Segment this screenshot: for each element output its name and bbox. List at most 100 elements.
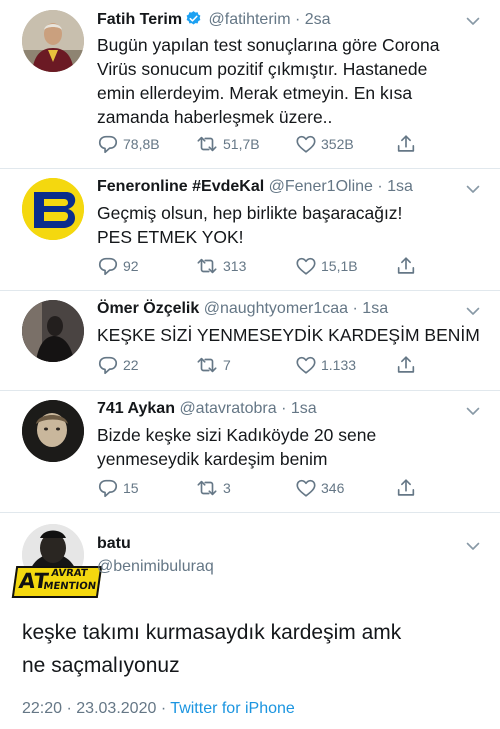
retweet-button[interactable]: 313 bbox=[195, 253, 246, 279]
dot-separator: · bbox=[160, 700, 167, 717]
tweet-text-line: keşke takımı kurmasaydık kardeşim amk bbox=[22, 621, 402, 644]
like-button[interactable]: 15,1B bbox=[295, 253, 358, 279]
tweet-date[interactable]: 23.03.2020 bbox=[76, 700, 156, 717]
reply-icon bbox=[97, 354, 119, 376]
like-icon bbox=[295, 255, 317, 277]
verified-badge-icon bbox=[185, 10, 202, 32]
divider bbox=[0, 512, 500, 513]
like-count: 1.133 bbox=[321, 357, 357, 373]
tweet-header: 741 Aykan @atavratobra · 1sa bbox=[97, 400, 317, 418]
avatar[interactable] bbox=[22, 178, 84, 240]
share-button[interactable] bbox=[395, 475, 421, 501]
like-button[interactable]: 346 bbox=[295, 475, 344, 501]
tweet-text-line: Bugün yapılan test sonuçlarına göre Coro… bbox=[97, 35, 440, 55]
author-handle[interactable]: @Fener1Oline bbox=[269, 178, 373, 195]
author-name[interactable]: Feneronline #EvdeKal bbox=[97, 178, 264, 195]
like-icon bbox=[295, 477, 317, 499]
retweet-count: 3 bbox=[223, 480, 231, 496]
divider bbox=[0, 168, 500, 169]
tweet-text-line: PES ETMEK YOK! bbox=[97, 227, 244, 247]
author-name[interactable]: Fatih Terim bbox=[97, 11, 182, 28]
at-mention-badge: AT AVRAT MENTION bbox=[11, 566, 103, 598]
author-name[interactable]: Ömer Özçelik bbox=[97, 300, 199, 317]
author-handle[interactable]: @atavratobra bbox=[179, 400, 276, 417]
retweet-icon bbox=[195, 255, 219, 277]
divider bbox=[0, 390, 500, 391]
tweet-time[interactable]: 1sa bbox=[362, 300, 388, 317]
reply-icon bbox=[97, 133, 119, 155]
reply-button[interactable]: 78,8B bbox=[97, 131, 160, 157]
tweet-header: Feneronline #EvdeKal @Fener1Oline · 1sa bbox=[97, 178, 413, 196]
author-handle[interactable]: @fatihterim bbox=[209, 11, 291, 28]
retweet-count: 313 bbox=[223, 258, 247, 274]
reply-button[interactable]: 22 bbox=[97, 352, 139, 378]
like-count: 346 bbox=[321, 480, 345, 496]
reply-button[interactable]: 15 bbox=[97, 475, 139, 501]
divider bbox=[0, 290, 500, 291]
tweet-text: Bugün yapılan test sonuçlarına göre Coro… bbox=[97, 33, 467, 129]
share-icon bbox=[395, 477, 417, 499]
dot-separator: · bbox=[352, 300, 358, 317]
like-button[interactable]: 1.133 bbox=[295, 352, 356, 378]
author-handle[interactable]: @naughtyomer1caa bbox=[204, 300, 348, 317]
dot-separator: · bbox=[377, 178, 383, 195]
share-button[interactable] bbox=[395, 131, 421, 157]
tweet-actions: 15 3 346 bbox=[97, 475, 427, 501]
retweet-icon bbox=[195, 133, 219, 155]
retweet-icon bbox=[195, 477, 219, 499]
badge-bottom-text: MENTION bbox=[42, 581, 97, 592]
reply-count: 15 bbox=[123, 480, 139, 496]
reply-count: 92 bbox=[123, 258, 139, 274]
retweet-button[interactable]: 51,7B bbox=[195, 131, 260, 157]
reply-button[interactable]: 92 bbox=[97, 253, 139, 279]
tweet-text-line: Virüs sonucum pozitif çıkmıştır. Hastane… bbox=[97, 59, 428, 79]
tweet-time[interactable]: 22:20 bbox=[22, 700, 62, 717]
like-button[interactable]: 352B bbox=[295, 131, 354, 157]
reply-icon bbox=[97, 477, 119, 499]
avatar[interactable] bbox=[22, 400, 84, 462]
tweet-time[interactable]: 1sa bbox=[291, 400, 317, 417]
reply-count: 78,8B bbox=[123, 136, 160, 152]
retweet-icon bbox=[195, 354, 219, 376]
tweet-text: KEŞKE SİZİ YENMESEYDİK KARDEŞİM BENİM bbox=[97, 323, 487, 347]
tweet-header: Fatih Terim @fatihterim · 2sa bbox=[97, 10, 331, 32]
share-icon bbox=[395, 133, 417, 155]
share-button[interactable] bbox=[395, 253, 421, 279]
retweet-count: 51,7B bbox=[223, 136, 260, 152]
author-name[interactable]: 741 Aykan bbox=[97, 400, 175, 417]
tweet-actions: 22 7 1.133 bbox=[97, 352, 427, 378]
like-icon bbox=[295, 354, 317, 376]
retweet-count: 7 bbox=[223, 357, 231, 373]
share-icon bbox=[395, 354, 417, 376]
avatar[interactable] bbox=[22, 300, 84, 362]
avatar-photo bbox=[22, 10, 84, 72]
chevron-down-icon[interactable] bbox=[466, 182, 480, 196]
retweet-button[interactable]: 3 bbox=[195, 475, 231, 501]
avatar-photo bbox=[22, 300, 84, 362]
badge-top-text: AVRAT bbox=[50, 568, 89, 579]
tweet-time[interactable]: 1sa bbox=[387, 178, 413, 195]
share-button[interactable] bbox=[395, 352, 421, 378]
chevron-down-icon[interactable] bbox=[466, 404, 480, 418]
chevron-down-icon[interactable] bbox=[466, 304, 480, 318]
avatar-photo bbox=[22, 400, 84, 462]
dot-separator: · bbox=[281, 400, 287, 417]
main-author-name[interactable]: batu bbox=[97, 535, 131, 553]
fenerbahce-logo-icon bbox=[22, 178, 84, 240]
tweet-text-line: emin ellerdeyim. Merak etmeyin. En kısa bbox=[97, 83, 413, 103]
retweet-button[interactable]: 7 bbox=[195, 352, 231, 378]
chevron-down-icon[interactable] bbox=[466, 14, 480, 28]
share-icon bbox=[395, 255, 417, 277]
chevron-down-icon[interactable] bbox=[466, 539, 480, 553]
tweet-text: Geçmiş olsun, hep birlikte başaracağız! … bbox=[97, 201, 467, 249]
tweet-text-line: yenmeseydik kardeşim benim bbox=[97, 449, 328, 469]
tweet-header: Ömer Özçelik @naughtyomer1caa · 1sa bbox=[97, 300, 388, 318]
main-author-handle[interactable]: @benimibuluraq bbox=[97, 558, 214, 576]
tweet-actions: 78,8B 51,7B 352B bbox=[97, 131, 427, 157]
tweet-source-link[interactable]: Twitter for iPhone bbox=[170, 700, 295, 717]
avatar[interactable] bbox=[22, 10, 84, 72]
like-count: 15,1B bbox=[321, 258, 358, 274]
tweet-time[interactable]: 2sa bbox=[305, 11, 331, 28]
tweet-text-line: Bizde keşke sizi Kadıköyde 20 sene bbox=[97, 425, 377, 445]
tweet-text-line: ne saçmalıyonuz bbox=[22, 654, 180, 677]
